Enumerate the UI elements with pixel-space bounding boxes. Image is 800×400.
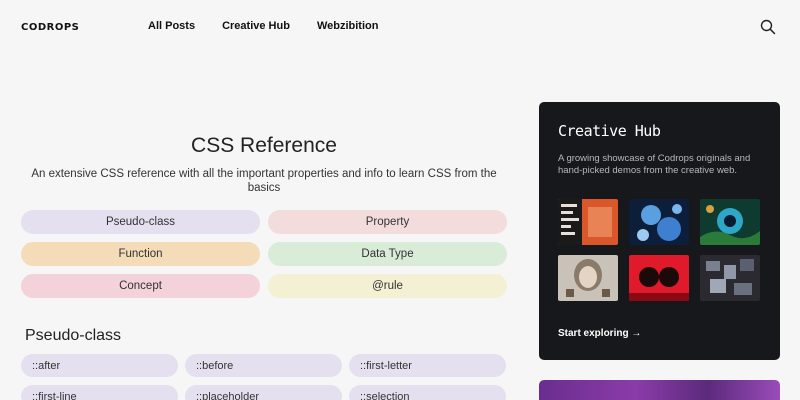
nav-all-posts[interactable]: All Posts (148, 20, 195, 32)
page-subtitle: An extensive CSS reference with all the … (31, 168, 497, 194)
page-title: CSS Reference (191, 134, 337, 157)
category-at-rule[interactable]: @rule (268, 274, 507, 298)
list-item[interactable]: ::before (185, 354, 342, 377)
search-icon[interactable] (760, 19, 776, 35)
thumbnail-image[interactable] (558, 255, 618, 301)
pseudo-class-list: ::after ::before ::first-letter ::first-… (21, 354, 507, 400)
category-property[interactable]: Property (268, 210, 507, 234)
start-exploring-link[interactable]: Start exploring → (558, 328, 641, 339)
category-data-type[interactable]: Data Type (268, 242, 507, 266)
thumbnail-image[interactable] (629, 255, 689, 301)
codrops-logo[interactable]: CODROPS (21, 22, 79, 33)
main-nav: All Posts Creative Hub Webzibition (148, 20, 378, 32)
category-concept[interactable]: Concept (21, 274, 260, 298)
section-title: Pseudo-class (25, 327, 122, 344)
nav-creative-hub[interactable]: Creative Hub (222, 20, 290, 32)
nav-webzibition[interactable]: Webzibition (317, 20, 379, 32)
thumbnail-image[interactable] (629, 199, 689, 245)
list-item[interactable]: ::first-letter (349, 354, 506, 377)
category-pseudo-class[interactable]: Pseudo-class (21, 210, 260, 234)
thumbnail-image[interactable] (700, 255, 760, 301)
category-function[interactable]: Function (21, 242, 260, 266)
thumbnail-image[interactable] (558, 199, 618, 245)
category-grid: Pseudo-class Property Function Data Type… (21, 210, 507, 298)
card-title: Creative Hub (558, 122, 661, 140)
list-item[interactable]: ::first-line (21, 385, 178, 400)
thumbnail-grid (558, 199, 760, 301)
creative-hub-card[interactable]: Creative Hub A growing showcase of Codro… (539, 102, 780, 360)
list-item[interactable]: ::placeholder (185, 385, 342, 400)
card-description: A growing showcase of Codrops originals … (558, 153, 751, 176)
featured-banner[interactable] (539, 380, 780, 400)
list-item[interactable]: ::selection (349, 385, 506, 400)
list-item[interactable]: ::after (21, 354, 178, 377)
thumbnail-image[interactable] (700, 199, 760, 245)
